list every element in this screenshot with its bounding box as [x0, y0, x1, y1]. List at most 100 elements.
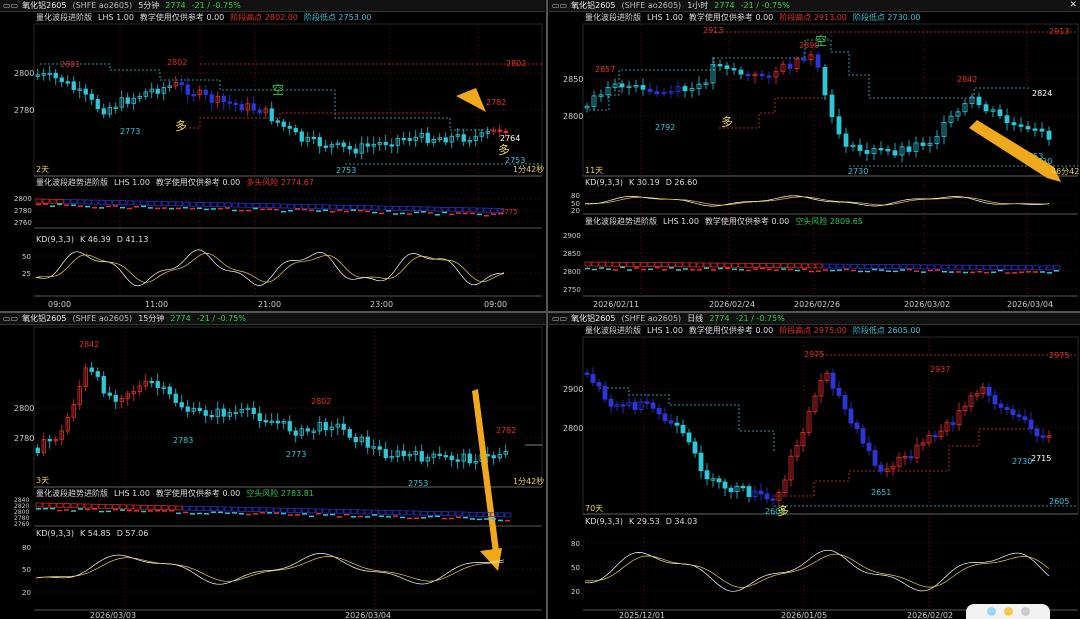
candle-body: [584, 372, 590, 375]
band-candle: [463, 516, 468, 519]
dot-icon[interactable]: [986, 607, 996, 616]
kd-axis-label: 50: [22, 566, 31, 574]
candle-body: [998, 403, 1004, 408]
candle-body: [83, 88, 88, 95]
band-block: [906, 264, 914, 270]
floating-toolbar[interactable]: [966, 604, 1050, 619]
band-candle: [879, 269, 884, 271]
band-candle: [505, 519, 510, 522]
band-candle: [1047, 272, 1052, 274]
band-candle: [246, 209, 251, 212]
band-candle: [449, 213, 454, 216]
band-candle: [407, 213, 412, 215]
band-block: [427, 206, 435, 212]
band-block: [112, 504, 120, 509]
band-candle: [435, 214, 440, 216]
candle-body: [419, 451, 424, 462]
chart-panel-15min[interactable]: ▭▭ 氧化铝2605 (SHFE ao2605) 15分钟 2774 -21 /…: [0, 313, 545, 619]
band-candle: [991, 271, 996, 274]
candle-body: [497, 129, 502, 132]
band-candle: [470, 518, 475, 520]
band-candle: [211, 511, 216, 513]
band-candle: [64, 204, 69, 206]
band-block: [210, 202, 218, 207]
candle-body: [173, 393, 178, 403]
candle-body: [449, 455, 454, 461]
candle-body: [113, 394, 118, 402]
band-block: [752, 263, 760, 268]
band-candle: [802, 268, 807, 270]
band-candle: [155, 510, 160, 512]
time-axis-label: 2026/03/04: [1007, 300, 1053, 309]
band-candle: [421, 517, 426, 519]
band-block: [280, 203, 288, 209]
chart-canvas[interactable]: 2800 2780 2801 2802 2773 2782 2764 2753 …: [0, 0, 545, 310]
candlestick-series: [35, 65, 508, 160]
band-candle: [225, 512, 230, 514]
band-block: [231, 202, 239, 208]
band-candle: [732, 268, 737, 271]
band-candle: [120, 206, 125, 209]
band-block: [1018, 265, 1026, 271]
candle-body: [407, 138, 412, 141]
band-candle: [274, 512, 279, 514]
chart-canvas[interactable]: 2800 2780 2842 2783 2802 2773 2782 2753 …: [0, 313, 545, 619]
band-candle: [232, 512, 237, 514]
candle-body: [401, 450, 406, 457]
candlestick-series: [584, 50, 1052, 163]
candle-body: [149, 380, 154, 384]
band-block: [591, 261, 599, 267]
dot-icon[interactable]: [1003, 607, 1013, 616]
band-candle: [351, 516, 356, 518]
candle-body: [185, 84, 190, 95]
band-candle: [711, 269, 716, 271]
band-candle: [225, 207, 230, 209]
band-block: [647, 262, 655, 267]
band-block: [612, 261, 620, 267]
band-block: [801, 263, 809, 269]
band-block: [997, 265, 1005, 270]
band-candle: [449, 517, 454, 520]
band-candle: [844, 268, 849, 271]
band-candle: [456, 212, 461, 214]
days-count: 3天: [36, 476, 49, 485]
candle-body: [596, 382, 602, 387]
band-block: [336, 204, 344, 210]
band-block: [976, 264, 984, 270]
candle-body: [830, 372, 836, 389]
chart-panel-5min[interactable]: ▭▭ 氧化铝2605 (SHFE ao2605) 5分钟 2774 -21 / …: [0, 0, 545, 310]
bar-countdown: 1分42秒: [513, 476, 544, 486]
candle-body: [47, 439, 52, 442]
chart-panel-daily[interactable]: ▭▭ 氧化铝2605 (SHFE ao2605) 日线 2774 -21 / -…: [549, 313, 1080, 619]
chart-panel-1hour[interactable]: ▭▭ 氧化铝2605 (SHFE ao2605) 1小时 2774 -21 / …: [549, 0, 1080, 310]
ind2-axis-label: 2800: [563, 268, 581, 276]
kd-d-value: D 34.03: [665, 517, 698, 526]
band-candle: [358, 209, 363, 212]
risk-label: 空头风险 2783.81: [246, 489, 314, 498]
band-block: [252, 203, 260, 208]
band-candle: [998, 269, 1003, 272]
candle-body: [53, 72, 58, 79]
band-candle: [963, 271, 968, 274]
dot-icon[interactable]: [1020, 607, 1030, 616]
band-candle: [795, 269, 800, 272]
candle-body: [191, 93, 196, 97]
band-candle: [470, 212, 475, 215]
days-count: 70天: [585, 504, 603, 513]
band-block: [759, 263, 767, 268]
close-icon[interactable]: ✕: [1069, 0, 1077, 10]
band-block: [469, 511, 477, 517]
price-annotation: 2801: [60, 60, 80, 69]
band-candle: [246, 513, 251, 516]
band-candle: [767, 268, 772, 271]
vertical-divider[interactable]: [546, 0, 548, 619]
band-candle: [302, 513, 307, 515]
candle-body: [656, 407, 662, 415]
band-block: [119, 200, 127, 206]
horizontal-divider[interactable]: [0, 311, 1080, 313]
candle-body: [101, 108, 106, 115]
chart-canvas[interactable]: 2900 2800 2975 2937 2715 2730 2651 2605 …: [549, 313, 1080, 619]
chart-canvas[interactable]: 2850 2800 2913 2857 2890 2842 2824 2792 …: [549, 0, 1080, 310]
band-candle: [935, 269, 940, 271]
band-candle: [183, 511, 188, 514]
